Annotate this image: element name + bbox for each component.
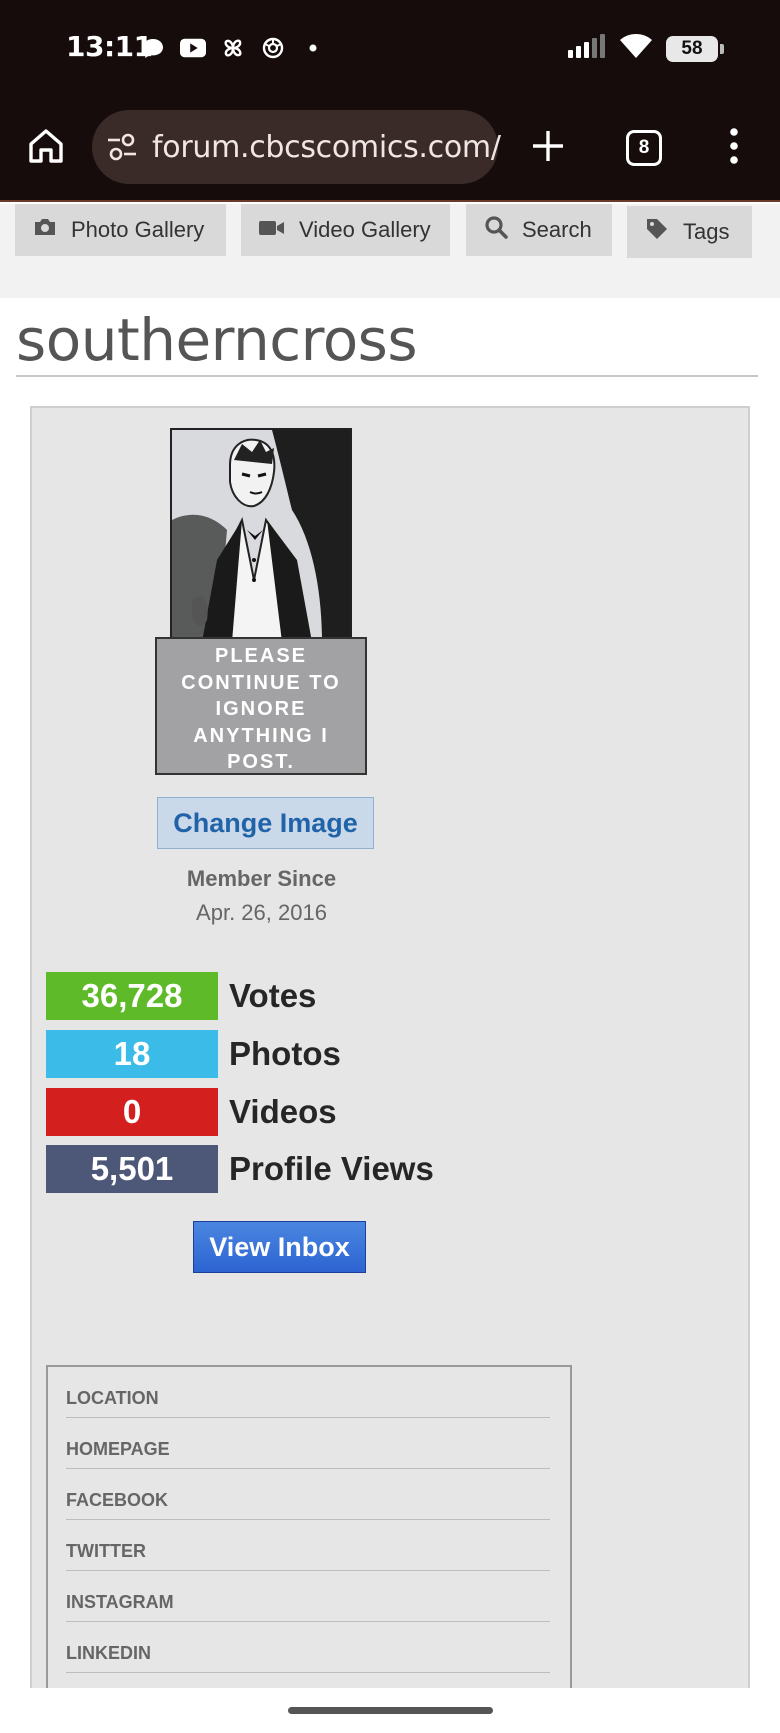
field-facebook: FACEBOOK: [66, 1469, 550, 1520]
member-since-label: Member Since: [186, 866, 337, 891]
title-divider: [16, 375, 758, 377]
notification-icons: [140, 36, 326, 60]
tag-icon: [645, 217, 669, 247]
stat-videos-label: Videos: [229, 1093, 337, 1130]
page-title: southerncross: [16, 306, 418, 374]
status-bar: 13:11 58: [0, 0, 780, 96]
wifi-icon: [620, 34, 652, 63]
stat-profile-views-label: Profile Views: [229, 1150, 434, 1187]
tags-button[interactable]: Tags: [627, 206, 752, 258]
video-gallery-label: Video Gallery: [299, 217, 431, 242]
stat-photos[interactable]: 18 Photos: [46, 1030, 446, 1078]
chat-bubble-icon: [140, 36, 166, 60]
field-linkedin: LINKEDIN: [66, 1622, 550, 1673]
avatar-caption: PLEASE CONTINUE TO IGNORE ANYTHING I POS…: [155, 637, 367, 775]
signal-icon: [568, 34, 606, 63]
stat-photos-count: 18: [46, 1030, 218, 1078]
home-indicator[interactable]: [288, 1707, 493, 1714]
stat-votes-count: 36,728: [46, 972, 218, 1020]
photo-gallery-label: Photo Gallery: [71, 217, 205, 242]
avatar: [170, 428, 352, 640]
pinwheel-icon: [220, 36, 246, 60]
address-bar[interactable]: forum.cbcscomics.com/: [92, 110, 501, 184]
stat-votes[interactable]: 36,728 Votes: [46, 972, 446, 1020]
stat-votes-label: Votes: [229, 977, 317, 1014]
home-icon[interactable]: [26, 126, 66, 166]
youtube-icon: [180, 36, 206, 60]
rose-icon: [260, 36, 286, 60]
photo-gallery-button[interactable]: Photo Gallery: [15, 204, 226, 256]
tags-label: Tags: [683, 219, 730, 244]
dot-icon: [300, 36, 326, 60]
plus-icon[interactable]: [528, 126, 568, 166]
field-location: LOCATION: [66, 1367, 550, 1418]
search-button[interactable]: Search: [466, 204, 612, 256]
kebab-menu-icon[interactable]: [728, 126, 740, 166]
url-text[interactable]: forum.cbcscomics.com/: [152, 130, 501, 165]
stat-profile-views-count: 5,501: [46, 1145, 218, 1193]
search-label: Search: [522, 217, 592, 242]
field-twitter: TWITTER: [66, 1520, 550, 1571]
stat-profile-views[interactable]: 5,501 Profile Views: [46, 1145, 446, 1193]
search-icon: [484, 215, 508, 245]
view-inbox-button[interactable]: View Inbox: [193, 1221, 366, 1273]
gallery-nav: Photo Gallery Video Gallery Search Tags: [0, 204, 780, 298]
video-gallery-button[interactable]: Video Gallery: [241, 204, 450, 256]
camera-icon: [33, 217, 57, 243]
browser-toolbar: forum.cbcscomics.com/ 8: [0, 96, 780, 202]
stat-videos-count: 0: [46, 1088, 218, 1136]
field-instagram: INSTAGRAM: [66, 1571, 550, 1622]
tab-switcher-button[interactable]: 8: [626, 130, 662, 166]
battery-indicator: 58: [666, 35, 724, 62]
change-image-button[interactable]: Change Image: [157, 797, 374, 849]
member-since-date: Apr. 26, 2016: [196, 900, 327, 925]
stat-photos-label: Photos: [229, 1035, 341, 1072]
tune-icon[interactable]: [106, 132, 138, 162]
social-links-panel: LOCATION HOMEPAGE FACEBOOK TWITTER INSTA…: [46, 1365, 572, 1733]
video-camera-icon: [259, 217, 285, 243]
stat-videos[interactable]: 0 Videos: [46, 1088, 446, 1136]
field-homepage: HOMEPAGE: [66, 1418, 550, 1469]
